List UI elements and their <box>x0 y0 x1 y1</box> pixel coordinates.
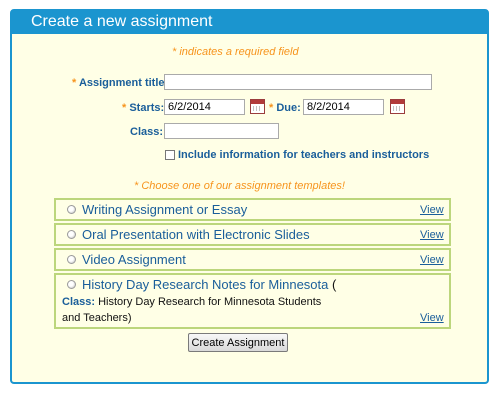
template-view-link[interactable]: View <box>420 204 444 217</box>
starts-label-text: Starts: <box>129 102 165 114</box>
assignment-title-input[interactable] <box>164 74 432 90</box>
template-title: Writing Assignment or Essay <box>82 202 248 217</box>
template-view-link[interactable]: View <box>420 229 444 242</box>
template-title: History Day Research Notes for Minnesota… <box>82 277 336 292</box>
template-radio[interactable] <box>67 255 76 264</box>
template-class-line: Class: History Day Research for Minnesot… <box>62 296 321 309</box>
due-date-input[interactable] <box>303 99 384 115</box>
required-asterisk: * <box>172 46 177 58</box>
create-assignment-button[interactable]: Create Assignment <box>188 333 288 352</box>
due-label: * Due: <box>269 102 301 115</box>
template-view-link[interactable]: View <box>420 312 444 325</box>
assignment-title-label: * Assignment title: <box>72 77 168 90</box>
required-field-note: * indicates a required field <box>172 46 299 59</box>
due-label-text: Due: <box>276 102 301 114</box>
template-title-text: History Day Research Notes for Minnesota <box>82 277 329 292</box>
required-asterisk: * <box>122 102 127 114</box>
create-assignment-panel: Create a new assignment * indicates a re… <box>10 9 489 384</box>
panel-title: Create a new assignment <box>31 13 213 30</box>
class-input[interactable] <box>164 123 279 139</box>
required-asterisk: * <box>72 77 77 89</box>
starts-label: * Starts: <box>122 102 164 115</box>
class-label: Class: <box>130 126 164 138</box>
templates-note: * Choose one of our assignment templates… <box>134 180 345 192</box>
template-class-text: History Day Research for Minnesota Stude… <box>98 296 322 308</box>
start-calendar-icon[interactable] <box>250 99 265 114</box>
template-option[interactable]: Oral Presentation with Electronic Slides… <box>54 223 451 246</box>
template-title: Video Assignment <box>82 252 186 267</box>
due-calendar-icon[interactable] <box>390 99 405 114</box>
template-title: Oral Presentation with Electronic Slides <box>82 227 310 242</box>
template-option[interactable]: Writing Assignment or Essay View <box>54 198 451 221</box>
include-info-label: Include information for teachers and ins… <box>178 149 430 161</box>
required-asterisk: * <box>269 102 274 114</box>
template-view-link[interactable]: View <box>420 254 444 267</box>
template-radio[interactable] <box>67 230 76 239</box>
template-radio[interactable] <box>67 280 76 289</box>
template-title-suffix: ( <box>332 277 337 292</box>
template-class-line-2: and Teachers) <box>62 312 132 324</box>
assignment-title-label-text: Assignment title: <box>78 77 169 89</box>
include-info-checkbox[interactable] <box>165 150 175 160</box>
template-class-label: Class: <box>62 296 96 308</box>
template-option[interactable]: History Day Research Notes for Minnesota… <box>54 273 451 329</box>
start-date-input[interactable] <box>164 99 245 115</box>
panel-header: Create a new assignment <box>12 11 487 34</box>
required-note-text: indicates a required field <box>179 46 299 58</box>
template-radio[interactable] <box>67 205 76 214</box>
template-option[interactable]: Video Assignment View <box>54 248 451 271</box>
